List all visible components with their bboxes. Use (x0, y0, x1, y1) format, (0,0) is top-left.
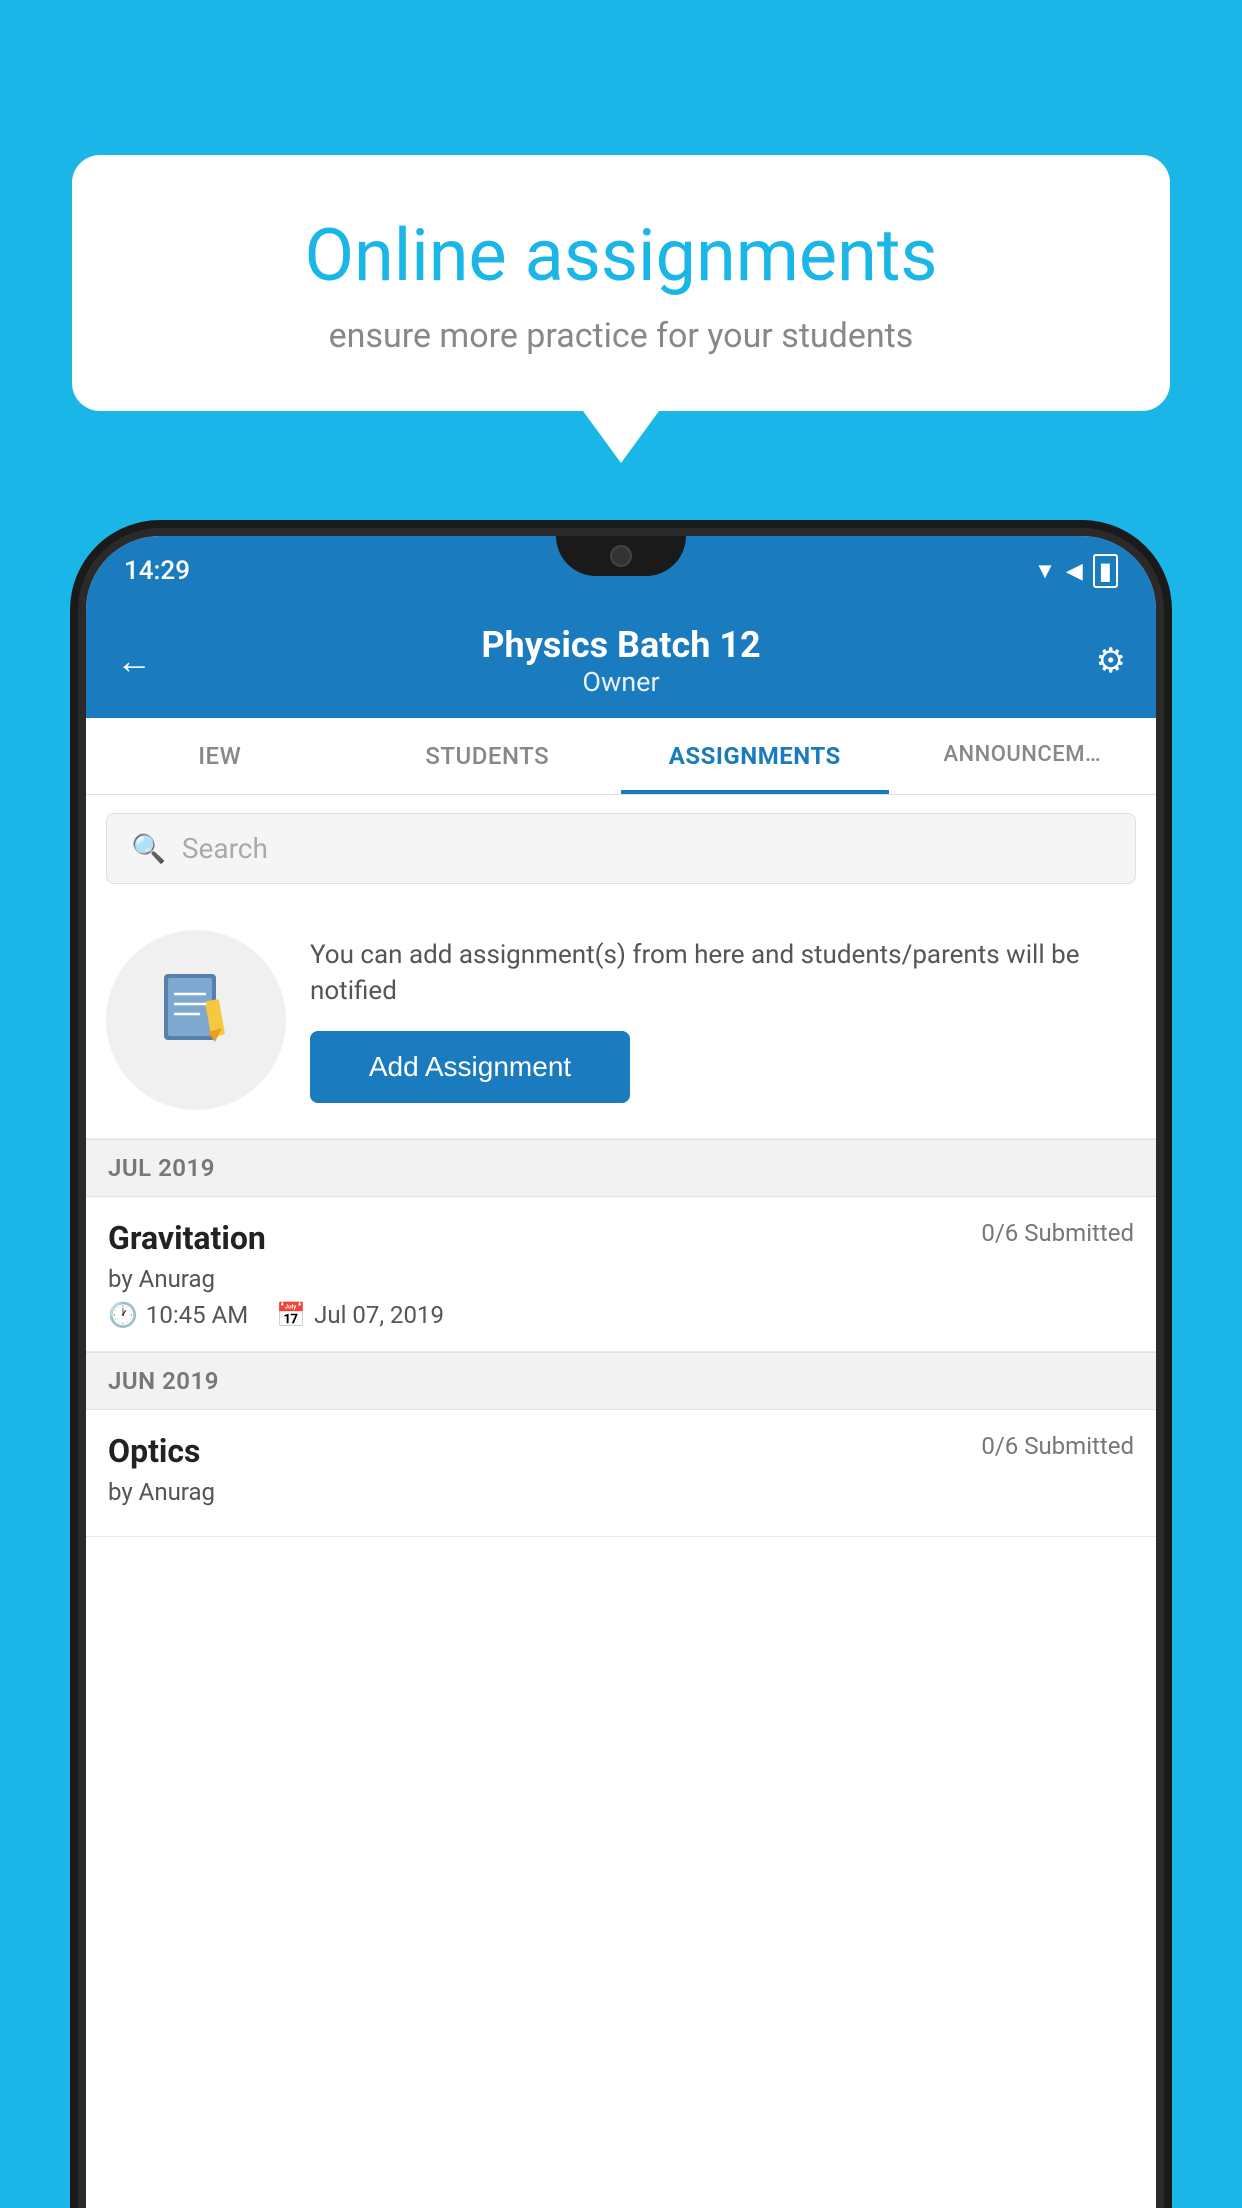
time-value: 10:45 AM (146, 1301, 248, 1329)
batch-title: Physics Batch 12 (166, 624, 1076, 666)
speech-bubble: Online assignments ensure more practice … (72, 155, 1170, 411)
assignment-info: You can add assignment(s) from here and … (310, 937, 1134, 1104)
calendar-icon: 📅 (276, 1301, 306, 1329)
speech-bubble-container: Online assignments ensure more practice … (72, 155, 1170, 463)
section-header-jun: JUN 2019 (86, 1352, 1156, 1410)
assignment-item-header: Gravitation 0/6 Submitted (108, 1219, 1134, 1257)
tab-assignments[interactable]: ASSIGNMENTS (621, 718, 889, 794)
speech-bubble-title: Online assignments (142, 215, 1100, 298)
app-header: ← Physics Batch 12 Owner ⚙ (86, 606, 1156, 718)
assignment-name: Gravitation (108, 1219, 266, 1257)
optics-item-header: Optics 0/6 Submitted (108, 1432, 1134, 1470)
assignment-by: by Anurag (108, 1265, 1134, 1293)
search-input[interactable]: Search (182, 832, 268, 865)
speech-bubble-arrow (583, 411, 659, 463)
optics-by: by Anurag (108, 1478, 1134, 1506)
assignment-icon (156, 970, 236, 1070)
search-bar-wrapper: 🔍 Search (86, 795, 1156, 902)
add-assignment-section: You can add assignment(s) from here and … (86, 902, 1156, 1139)
wifi-icon: ▼ (1034, 558, 1056, 584)
batch-subtitle: Owner (166, 666, 1076, 698)
status-time: 14:29 (124, 556, 190, 586)
clock-icon: 🕐 (108, 1301, 138, 1329)
optics-submitted: 0/6 Submitted (981, 1432, 1134, 1460)
front-camera (610, 545, 632, 567)
screen-content: 🔍 Search (86, 795, 1156, 2208)
status-icons: ▼ ◀ ▮ (1034, 554, 1118, 588)
speech-bubble-subtitle: ensure more practice for your students (142, 316, 1100, 356)
phone-frame: 14:29 ▼ ◀ ▮ ← Physics Ba (70, 520, 1172, 2208)
assignment-description: You can add assignment(s) from here and … (310, 937, 1134, 1010)
optics-name: Optics (108, 1432, 200, 1470)
assignment-time: 🕐 10:45 AM (108, 1301, 248, 1329)
signal-icon: ◀ (1066, 559, 1083, 584)
tab-overview[interactable]: IEW (86, 718, 354, 794)
search-icon: 🔍 (131, 832, 166, 865)
back-button[interactable]: ← (116, 640, 166, 682)
tabs-bar: IEW STUDENTS ASSIGNMENTS ANNOUNCEM… (86, 718, 1156, 795)
phone-border: 14:29 ▼ ◀ ▮ ← Physics Ba (78, 528, 1164, 2208)
assignment-meta: 🕐 10:45 AM 📅 Jul 07, 2019 (108, 1301, 1134, 1329)
assignment-submitted: 0/6 Submitted (981, 1219, 1134, 1247)
search-bar[interactable]: 🔍 Search (106, 813, 1136, 884)
assignment-item-gravitation[interactable]: Gravitation 0/6 Submitted by Anurag 🕐 10… (86, 1197, 1156, 1352)
header-title-block: Physics Batch 12 Owner (166, 624, 1076, 698)
battery-icon: ▮ (1093, 554, 1118, 588)
assignment-date: 📅 Jul 07, 2019 (276, 1301, 444, 1329)
phone-notch (556, 536, 686, 576)
phone-screen: 14:29 ▼ ◀ ▮ ← Physics Ba (86, 536, 1156, 2208)
section-header-jul: JUL 2019 (86, 1139, 1156, 1197)
tab-announcements[interactable]: ANNOUNCEM… (889, 718, 1157, 794)
add-assignment-button[interactable]: Add Assignment (310, 1031, 630, 1103)
date-value: Jul 07, 2019 (314, 1301, 444, 1329)
status-bar: 14:29 ▼ ◀ ▮ (86, 536, 1156, 606)
settings-button[interactable]: ⚙ (1076, 641, 1126, 681)
tab-students[interactable]: STUDENTS (354, 718, 622, 794)
assignment-item-optics[interactable]: Optics 0/6 Submitted by Anurag (86, 1410, 1156, 1537)
assignment-icon-circle (106, 930, 286, 1110)
